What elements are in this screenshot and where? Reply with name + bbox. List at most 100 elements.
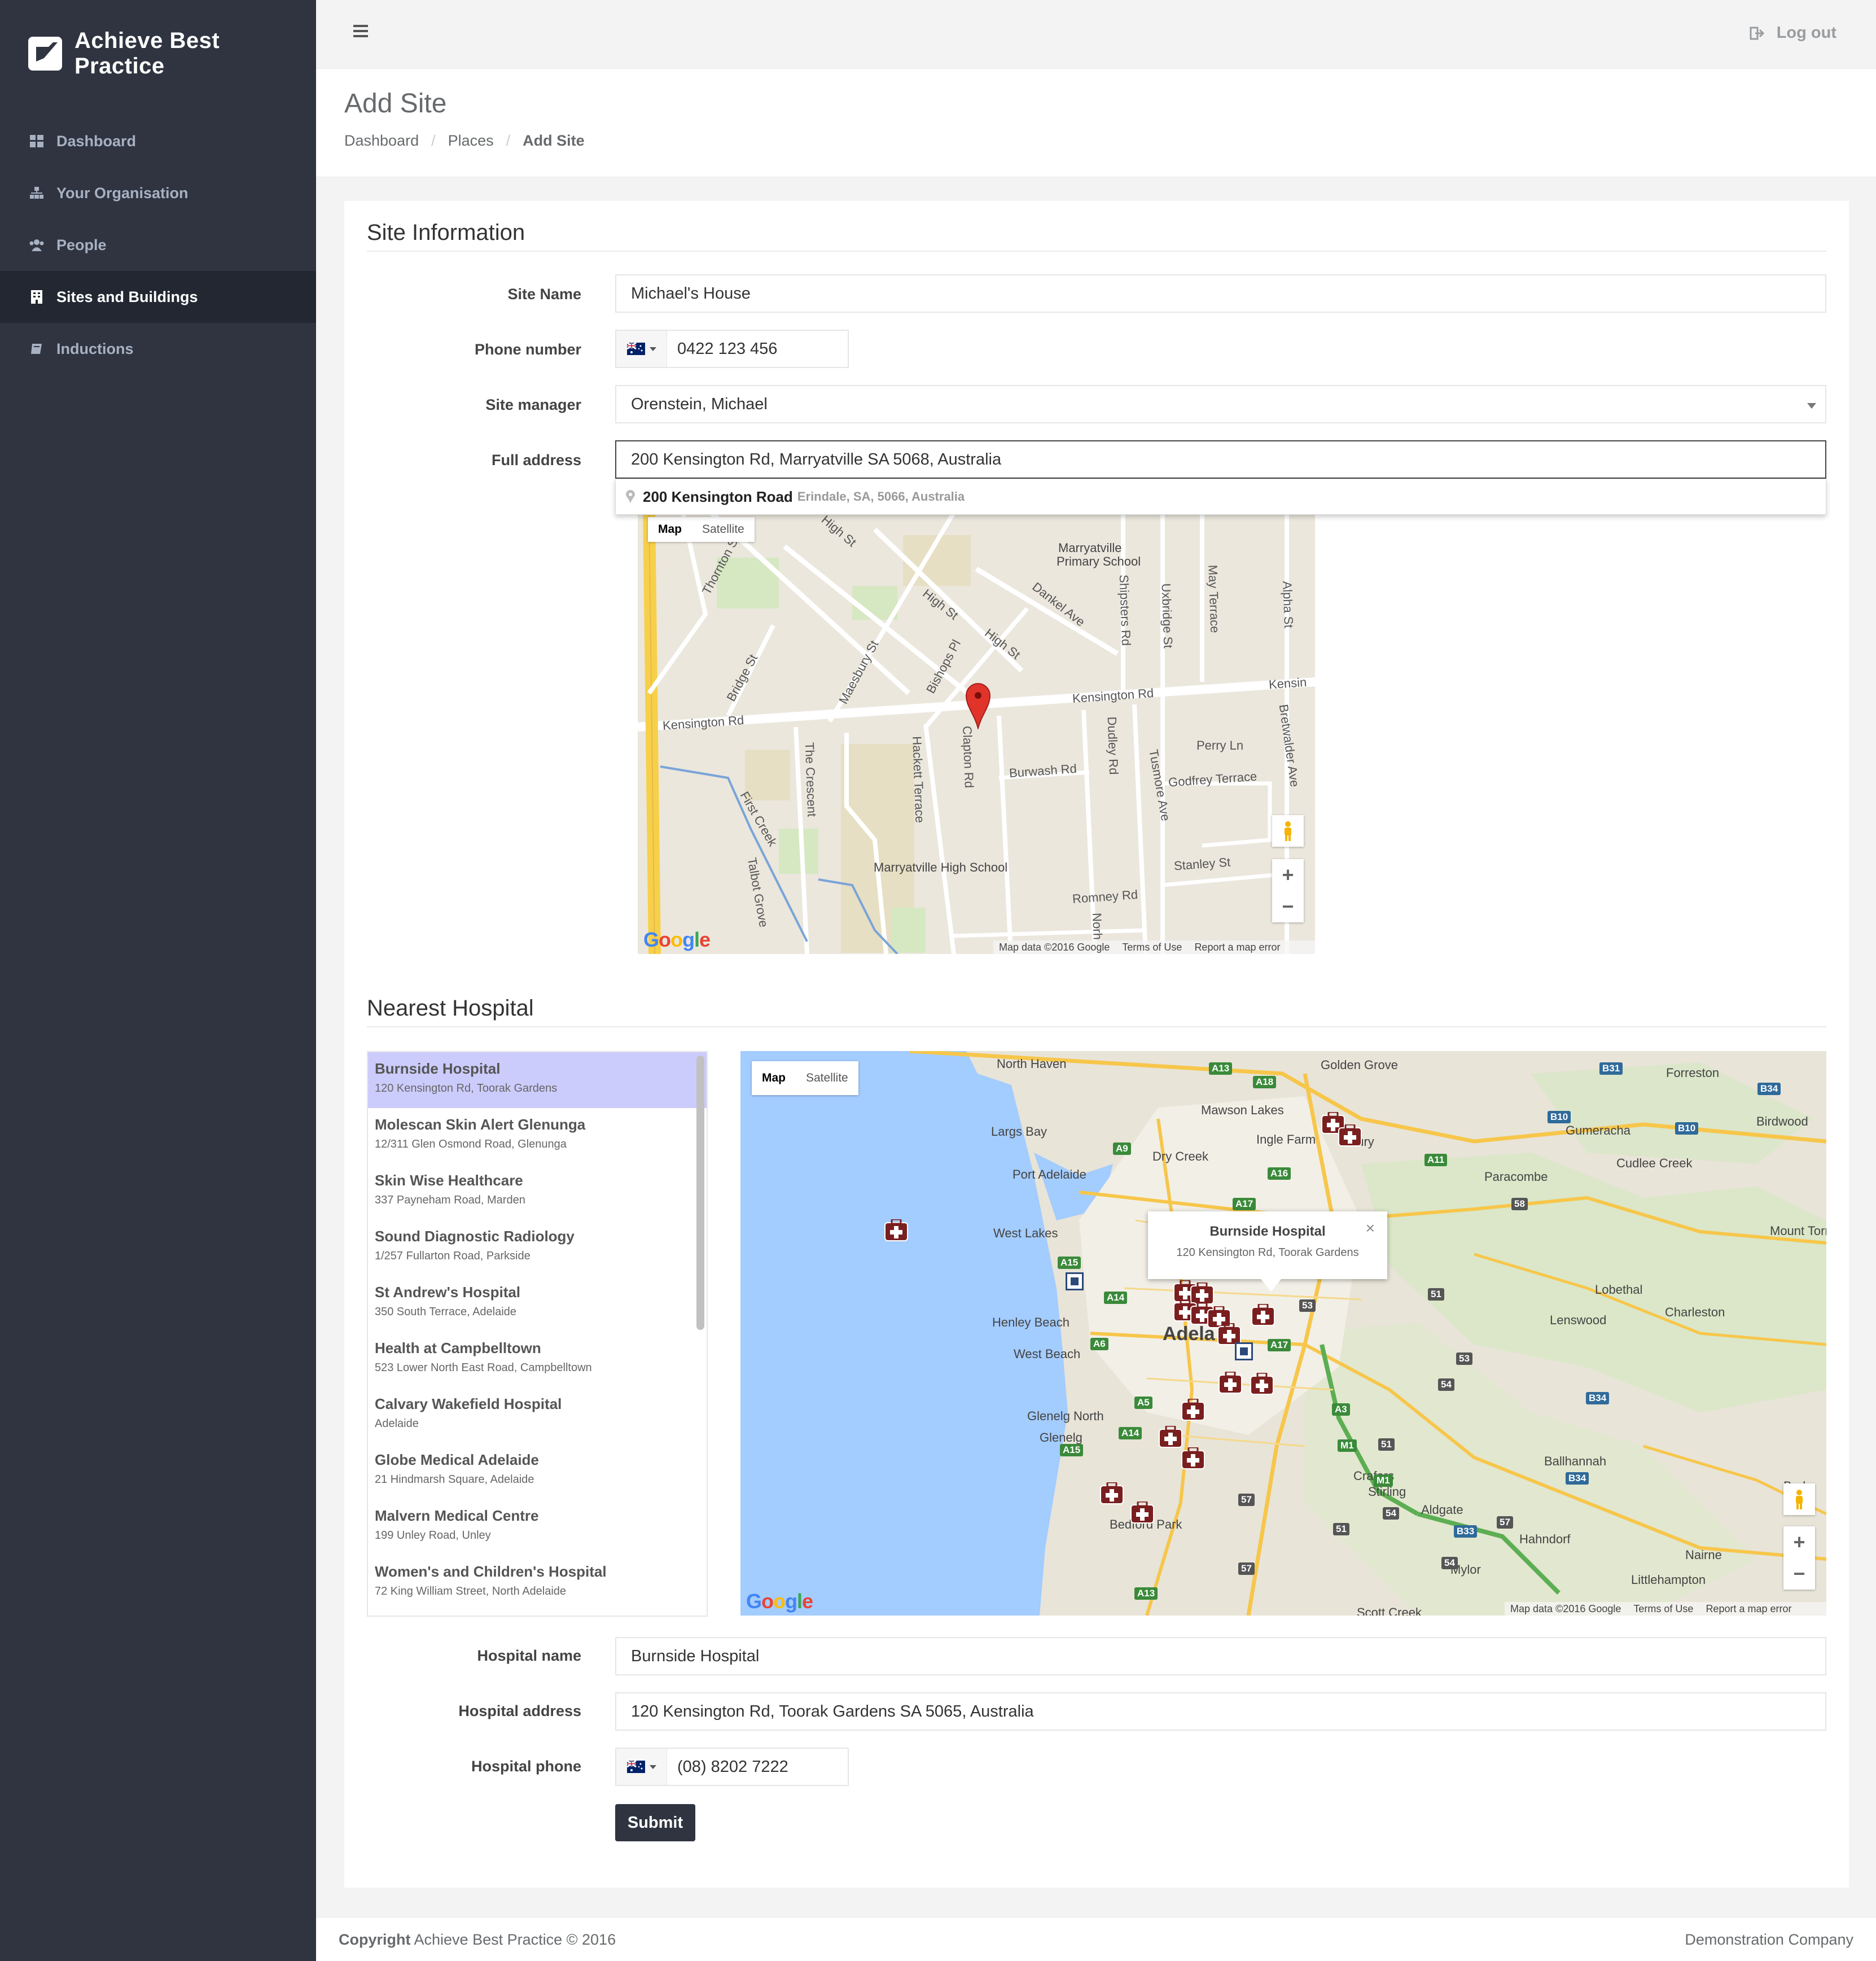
breadcrumb: Dashboard / Places / Add Site [344,132,585,150]
hospital-marker-icon[interactable] [1251,1303,1275,1327]
sidebar-item-label: Dashboard [56,132,137,150]
divider [367,251,1826,252]
hospital-marker-icon[interactable] [1130,1500,1155,1524]
list-item[interactable]: Globe Medical Adelaide 21 Hindmarsh Squar… [368,1443,707,1499]
list-item[interactable]: Sound Diagnostic Radiology 1/257 Fullarto… [368,1220,707,1276]
hospital-marker-icon[interactable] [1181,1446,1206,1470]
road-number-badge: A11 [1424,1154,1448,1166]
place-label: Charleston [1665,1305,1725,1319]
hospital-marker-icon[interactable] [1181,1398,1206,1421]
hospital-name: Molescan Skin Alert Glenunga [375,1116,586,1133]
list-item[interactable]: Women's and Children's Hospital 72 King W… [368,1555,707,1611]
list-item[interactable]: Health at Campbelltown 523 Lower North Ea… [368,1332,707,1387]
book-icon [29,342,44,356]
breadcrumb-dashboard[interactable]: Dashboard [344,132,419,150]
road-number-badge: A5 [1134,1397,1152,1409]
hospital-map[interactable]: North Haven Golden Grove Forreston Mawso… [740,1051,1826,1616]
hospital-marker-icon[interactable] [1250,1372,1274,1395]
hospital-name-input[interactable]: Burnside Hospital [615,1637,1826,1675]
zoom-in-button[interactable]: + [1272,859,1304,891]
location-pin-icon [626,490,635,504]
map-view-button[interactable]: Map [648,517,692,542]
hospital-phone-input[interactable]: (08) 8202 7222 [615,1748,849,1786]
hospital-name: Globe Medical Adelaide [375,1451,539,1468]
zoom-out-button[interactable]: − [1272,891,1304,922]
place-label: Paracombe [1484,1170,1548,1184]
hospital-address-input[interactable]: 120 Kensington Rd, Toorak Gardens SA 506… [615,1692,1826,1731]
list-item[interactable]: St Andrew's Hospital 350 South Terrace, A… [368,1276,707,1332]
sidebar-item-sites-and-buildings[interactable]: Sites and Buildings [0,271,316,323]
close-icon[interactable]: × [1366,1219,1375,1237]
hospital-marker-icon[interactable] [884,1218,909,1242]
report-error-link[interactable]: Report a map error [1706,1603,1791,1615]
place-label: Nairne [1685,1548,1722,1562]
hospital-marker-icon[interactable] [1218,1371,1243,1394]
sidebar-item-your-organisation[interactable]: Your Organisation [0,167,316,219]
sidebar-item-inductions[interactable]: Inductions [0,323,316,375]
road-number-badge: A17 [1268,1339,1291,1351]
site-marker-icon[interactable] [1066,1272,1084,1290]
hospital-address: 350 South Terrace, Adelaide [375,1306,516,1318]
sidebar: Achieve Best Practice Dashboard Your Org… [0,0,316,1961]
list-scrollbar[interactable] [696,1056,704,1330]
topbar: Log out [316,0,1876,69]
street-view-pegman-icon[interactable] [1783,1483,1815,1515]
list-item[interactable]: Molescan Skin Alert Glenunga 12/311 Glen … [368,1108,707,1164]
breadcrumb-separator: / [506,132,511,149]
road-number-badge: B34 [1586,1392,1610,1404]
place-label: Dry Creek [1152,1149,1209,1163]
google-logo: Google [643,928,711,951]
country-flag-dropdown[interactable] [616,331,667,367]
satellite-view-button[interactable]: Satellite [796,1061,858,1095]
report-error-link[interactable]: Report a map error [1194,942,1280,953]
site-manager-select[interactable]: Orenstein, Michael [615,385,1826,423]
list-item[interactable]: Malvern Medical Centre 199 Unley Road, Un… [368,1499,707,1555]
hospital-infowindow: Burnside Hospital 120 Kensington Rd, Too… [1148,1211,1387,1292]
satellite-view-button[interactable]: Satellite [692,517,755,542]
place-label: Marryatville High School [874,860,1008,874]
zoom-in-button[interactable]: + [1783,1526,1815,1558]
country-flag-dropdown[interactable] [616,1749,667,1785]
list-item[interactable]: Skin Wise Healthcare 337 Payneham Road, M… [368,1164,707,1220]
road-number-badge: A18 [1253,1076,1277,1088]
hospital-marker-icon[interactable] [1158,1425,1183,1448]
suggestion-secondary-text: Erindale, SA, 5066, Australia [797,489,965,504]
site-location-map[interactable]: High St Thornton St Marryatville Primary… [638,513,1315,954]
hospital-marker-icon[interactable] [1338,1123,1362,1147]
breadcrumb-separator: / [431,132,436,149]
road-number-badge: 54 [1441,1557,1458,1569]
hospital-list[interactable]: Burnside Hospital 120 Kensington Rd, Toor… [367,1051,708,1617]
road-number-badge: 54 [1438,1378,1454,1391]
place-label: Mount Torre [1770,1224,1826,1238]
list-item[interactable]: Calvary Wakefield Hospital Adelaide [368,1387,707,1443]
list-item[interactable]: Burnside Hospital 120 Kensington Rd, Toor… [368,1052,707,1108]
submit-button[interactable]: Submit [615,1804,695,1841]
place-label: West Lakes [993,1226,1058,1240]
sidebar-item-dashboard[interactable]: Dashboard [0,115,316,167]
phone-number-label: Phone number [474,341,581,358]
hospital-marker-icon[interactable] [1099,1481,1124,1505]
breadcrumb-places[interactable]: Places [448,132,494,150]
road-number-badge: B31 [1599,1062,1623,1075]
site-name-input[interactable]: Michael's House [615,274,1826,313]
menu-toggle-icon[interactable] [353,25,368,40]
full-address-input[interactable]: 200 Kensington Rd, Marryatville SA 5068,… [615,440,1826,479]
street-label: Alpha St [1280,580,1296,628]
terms-link[interactable]: Terms of Use [1122,942,1182,953]
site-marker-icon[interactable] [1235,1342,1253,1360]
logout-button[interactable]: Log out [1750,24,1836,42]
brand[interactable]: Achieve Best Practice [0,0,316,107]
road-number-badge: 57 [1497,1516,1513,1529]
phone-number-value: 0422 123 456 [677,339,778,358]
street-view-pegman-icon[interactable] [1272,815,1304,847]
map-view-button[interactable]: Map [752,1061,796,1095]
terms-link[interactable]: Terms of Use [1633,1603,1693,1615]
zoom-control: + − [1272,859,1304,922]
place-label: Ingle Farm [1256,1132,1316,1146]
phone-number-input[interactable]: 0422 123 456 [615,330,849,368]
zoom-out-button[interactable]: − [1783,1558,1815,1590]
address-suggestion[interactable]: 200 Kensington Road Erindale, SA, 5066, … [615,479,1826,515]
sidebar-item-people[interactable]: People [0,219,316,271]
hospital-address-label: Hospital address [458,1702,581,1719]
australia-flag-icon [626,343,645,355]
